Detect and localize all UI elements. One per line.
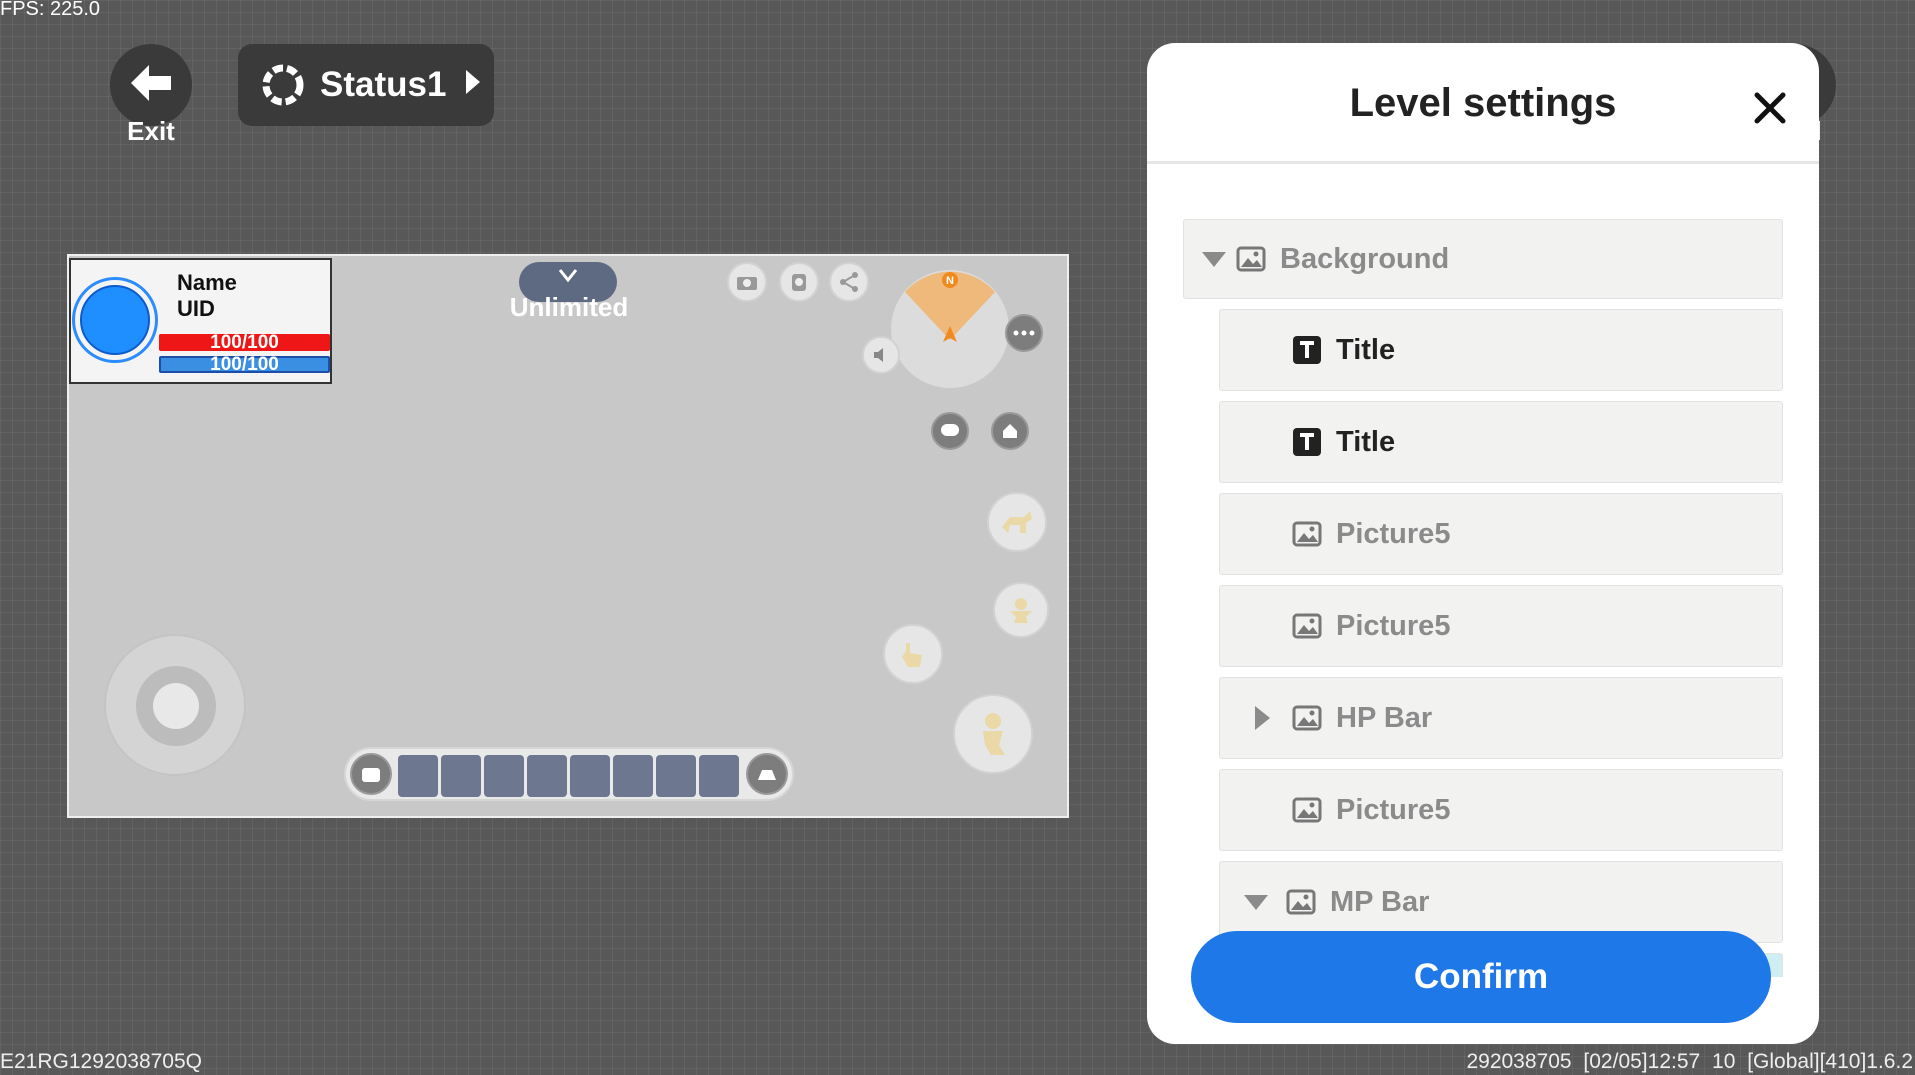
hp-bar: 100/100 xyxy=(159,333,330,352)
status-label: Status1 xyxy=(320,65,447,104)
tree-item-label: Picture5 xyxy=(1336,793,1451,826)
backpack-icon[interactable] xyxy=(350,753,392,795)
hotbar-slot[interactable] xyxy=(699,755,739,797)
chat-icon[interactable] xyxy=(931,412,969,450)
caret-down-icon[interactable] xyxy=(1236,893,1276,911)
crafting-icon[interactable] xyxy=(746,753,788,795)
close-icon xyxy=(1753,91,1787,130)
interact-hand-icon[interactable] xyxy=(883,624,943,684)
text-icon xyxy=(1290,333,1324,367)
minimap[interactable]: N xyxy=(891,270,1009,388)
tree-item-label: Title xyxy=(1336,425,1396,458)
action-pose-icon[interactable] xyxy=(993,582,1049,638)
tree-item-background[interactable]: Background xyxy=(1183,219,1783,299)
jump-icon[interactable] xyxy=(953,694,1033,774)
status-ring-icon xyxy=(260,62,306,108)
image-icon xyxy=(1234,242,1268,276)
tree-item-label: Background xyxy=(1280,242,1450,275)
hotbar-slot[interactable] xyxy=(613,755,653,797)
hotbar-slot[interactable] xyxy=(527,755,567,797)
text-icon xyxy=(1290,425,1324,459)
more-icon[interactable] xyxy=(1005,314,1043,352)
caret-down-icon[interactable] xyxy=(1194,250,1234,268)
player-info-card[interactable]: Name UID 100/100 100/100 xyxy=(69,258,332,384)
timer-text: Unlimited xyxy=(509,292,629,322)
joystick-knob[interactable] xyxy=(136,666,216,746)
close-button[interactable] xyxy=(1745,85,1795,135)
confirm-button[interactable]: Confirm xyxy=(1191,931,1771,1023)
tree-item-label: MP Bar xyxy=(1330,885,1430,918)
build-info: 292038705 [02/05]12:57 10 [Global][410]1… xyxy=(1466,1050,1913,1073)
hotbar-slot[interactable] xyxy=(656,755,696,797)
mp-bar: 100/100 xyxy=(159,355,330,374)
panel-title: Level settings xyxy=(1349,81,1617,125)
image-icon xyxy=(1290,793,1324,827)
compass-letter: N xyxy=(946,275,954,287)
play-arrow-icon xyxy=(464,65,482,105)
player-uid: UID xyxy=(177,296,215,321)
image-icon xyxy=(1290,609,1324,643)
hotbar xyxy=(344,747,794,801)
status-selector-button[interactable]: Status1 xyxy=(238,44,494,126)
tree-item-label: Picture5 xyxy=(1336,609,1451,642)
layer-tree: Background Title Title Picture5 Picture5… xyxy=(1183,177,1783,977)
joystick[interactable] xyxy=(104,634,246,776)
fps-counter: FPS: 225.0 xyxy=(0,0,101,20)
image-icon xyxy=(1290,701,1324,735)
tree-item-title[interactable]: Title xyxy=(1219,309,1783,391)
arrow-left-icon xyxy=(129,63,173,108)
image-icon xyxy=(1290,517,1324,551)
hotbar-slot[interactable] xyxy=(398,755,438,797)
hotbar-slot[interactable] xyxy=(484,755,524,797)
hotbar-slot[interactable] xyxy=(441,755,481,797)
tree-item-picture[interactable]: Picture5 xyxy=(1219,585,1783,667)
level-settings-panel: Level settings Background Title Title Pi… xyxy=(1147,43,1819,1044)
camera-icon[interactable] xyxy=(727,262,767,302)
tree-item-picture[interactable]: Picture5 xyxy=(1219,493,1783,575)
share-icon[interactable] xyxy=(829,262,869,302)
tree-item-label: HP Bar xyxy=(1336,701,1433,734)
hotbar-slot[interactable] xyxy=(570,755,610,797)
speaker-icon[interactable] xyxy=(862,336,900,374)
caret-right-icon[interactable] xyxy=(1242,705,1282,731)
tree-item-hp-bar[interactable]: HP Bar xyxy=(1219,677,1783,759)
tree-item-label: Picture5 xyxy=(1336,517,1451,550)
mount-icon[interactable] xyxy=(987,492,1047,552)
game-preview: Name UID 100/100 100/100 Unlimited N xyxy=(67,254,1069,818)
avatar xyxy=(72,277,158,363)
home-icon[interactable] xyxy=(991,412,1029,450)
record-icon[interactable] xyxy=(779,262,819,302)
device-id: E21RG1292038705Q xyxy=(0,1050,202,1073)
tree-item-title[interactable]: Title xyxy=(1219,401,1783,483)
image-icon xyxy=(1284,885,1318,919)
panel-divider xyxy=(1147,161,1819,164)
exit-button[interactable] xyxy=(110,44,192,126)
tree-item-label: Title xyxy=(1336,333,1396,366)
tree-item-picture[interactable]: Picture5 xyxy=(1219,769,1783,851)
player-name: Name xyxy=(177,270,237,295)
exit-label: Exit xyxy=(127,116,175,146)
